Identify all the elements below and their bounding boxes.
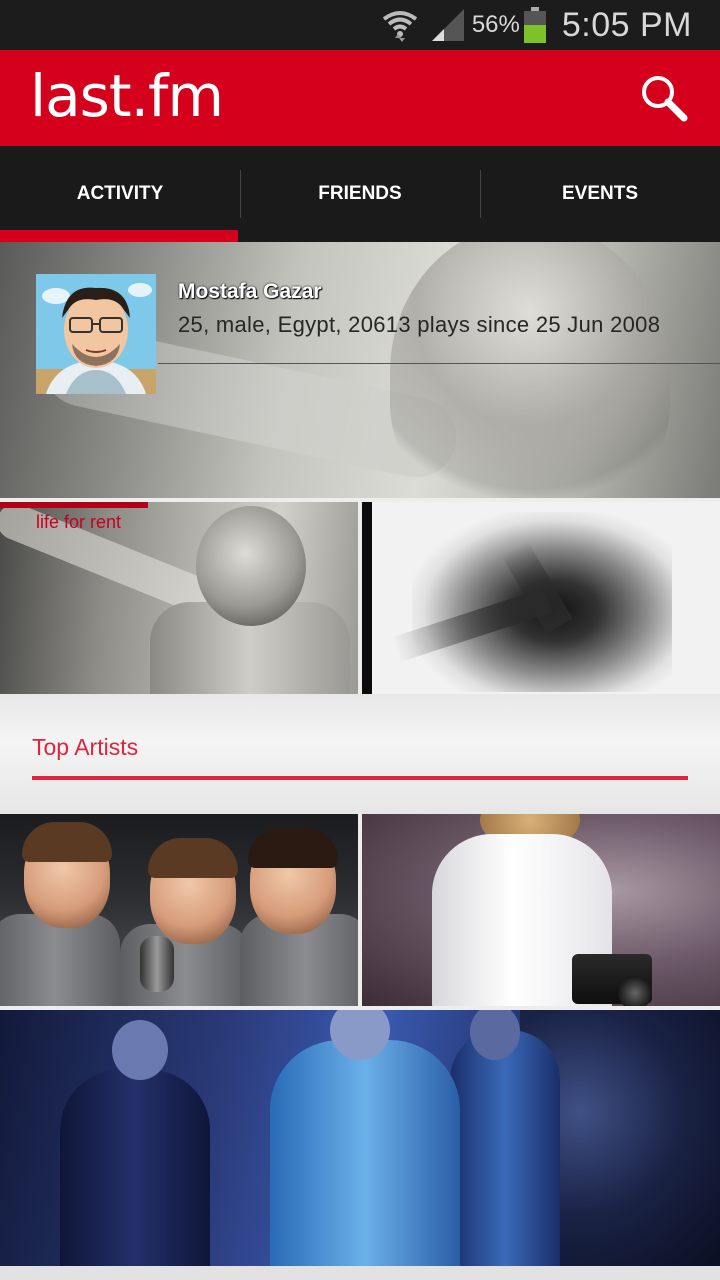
artist-art-detail — [22, 822, 112, 862]
search-icon[interactable] — [636, 70, 692, 126]
battery-icon — [523, 7, 546, 43]
clock: 5:05 PM — [561, 5, 692, 44]
tab-events[interactable]: EVENTS — [480, 146, 720, 242]
album-tile-life-for-rent[interactable]: life for rent — [0, 502, 358, 694]
album-tile-abstract[interactable] — [362, 502, 720, 694]
tab-indicator — [0, 230, 238, 242]
user-name: Mostafa Gazar — [178, 280, 322, 303]
artist-art-detail — [60, 1070, 210, 1266]
profile-background-figure — [390, 242, 670, 498]
artist-tile-band[interactable] — [0, 1010, 720, 1266]
artist-tile-photographer[interactable] — [362, 814, 720, 1006]
lastfm-logo: last.fm — [30, 62, 224, 130]
section-title: Top Artists — [32, 734, 139, 760]
album-art-band — [0, 502, 148, 508]
tab-bar: ACTIVITY FRIENDS EVENTS — [0, 146, 720, 242]
wifi-icon — [382, 11, 418, 42]
user-avatar[interactable] — [36, 274, 156, 394]
tab-activity[interactable]: ACTIVITY — [0, 146, 240, 242]
tab-friends[interactable]: FRIENDS — [240, 146, 480, 242]
top-artists-header: Top Artists — [0, 694, 720, 814]
artist-art-detail — [618, 976, 652, 1006]
artist-tile-trio[interactable] — [0, 814, 358, 1006]
artist-art-detail — [248, 828, 338, 868]
artist-art-detail — [270, 1040, 460, 1266]
profile-header[interactable]: Mostafa Gazar 25, male, Egypt, 20613 pla… — [0, 242, 720, 498]
album-subtitle: life for rent — [36, 512, 122, 532]
profile-divider — [158, 363, 720, 364]
artist-art-detail — [148, 838, 238, 878]
battery-percent: 56% — [471, 11, 520, 38]
status-bar: 56% 5:05 PM — [0, 0, 720, 50]
artist-art-detail — [112, 1020, 168, 1080]
signal-icon — [431, 9, 464, 41]
album-art-detail — [196, 506, 306, 626]
bottom-strip — [0, 1266, 720, 1280]
artist-art-detail — [140, 936, 174, 992]
artist-art-detail — [450, 1030, 560, 1266]
user-stats: 25, male, Egypt, 20613 plays since 25 Ju… — [178, 312, 661, 337]
app-bar: last.fm — [0, 50, 720, 146]
section-underline — [32, 776, 688, 780]
